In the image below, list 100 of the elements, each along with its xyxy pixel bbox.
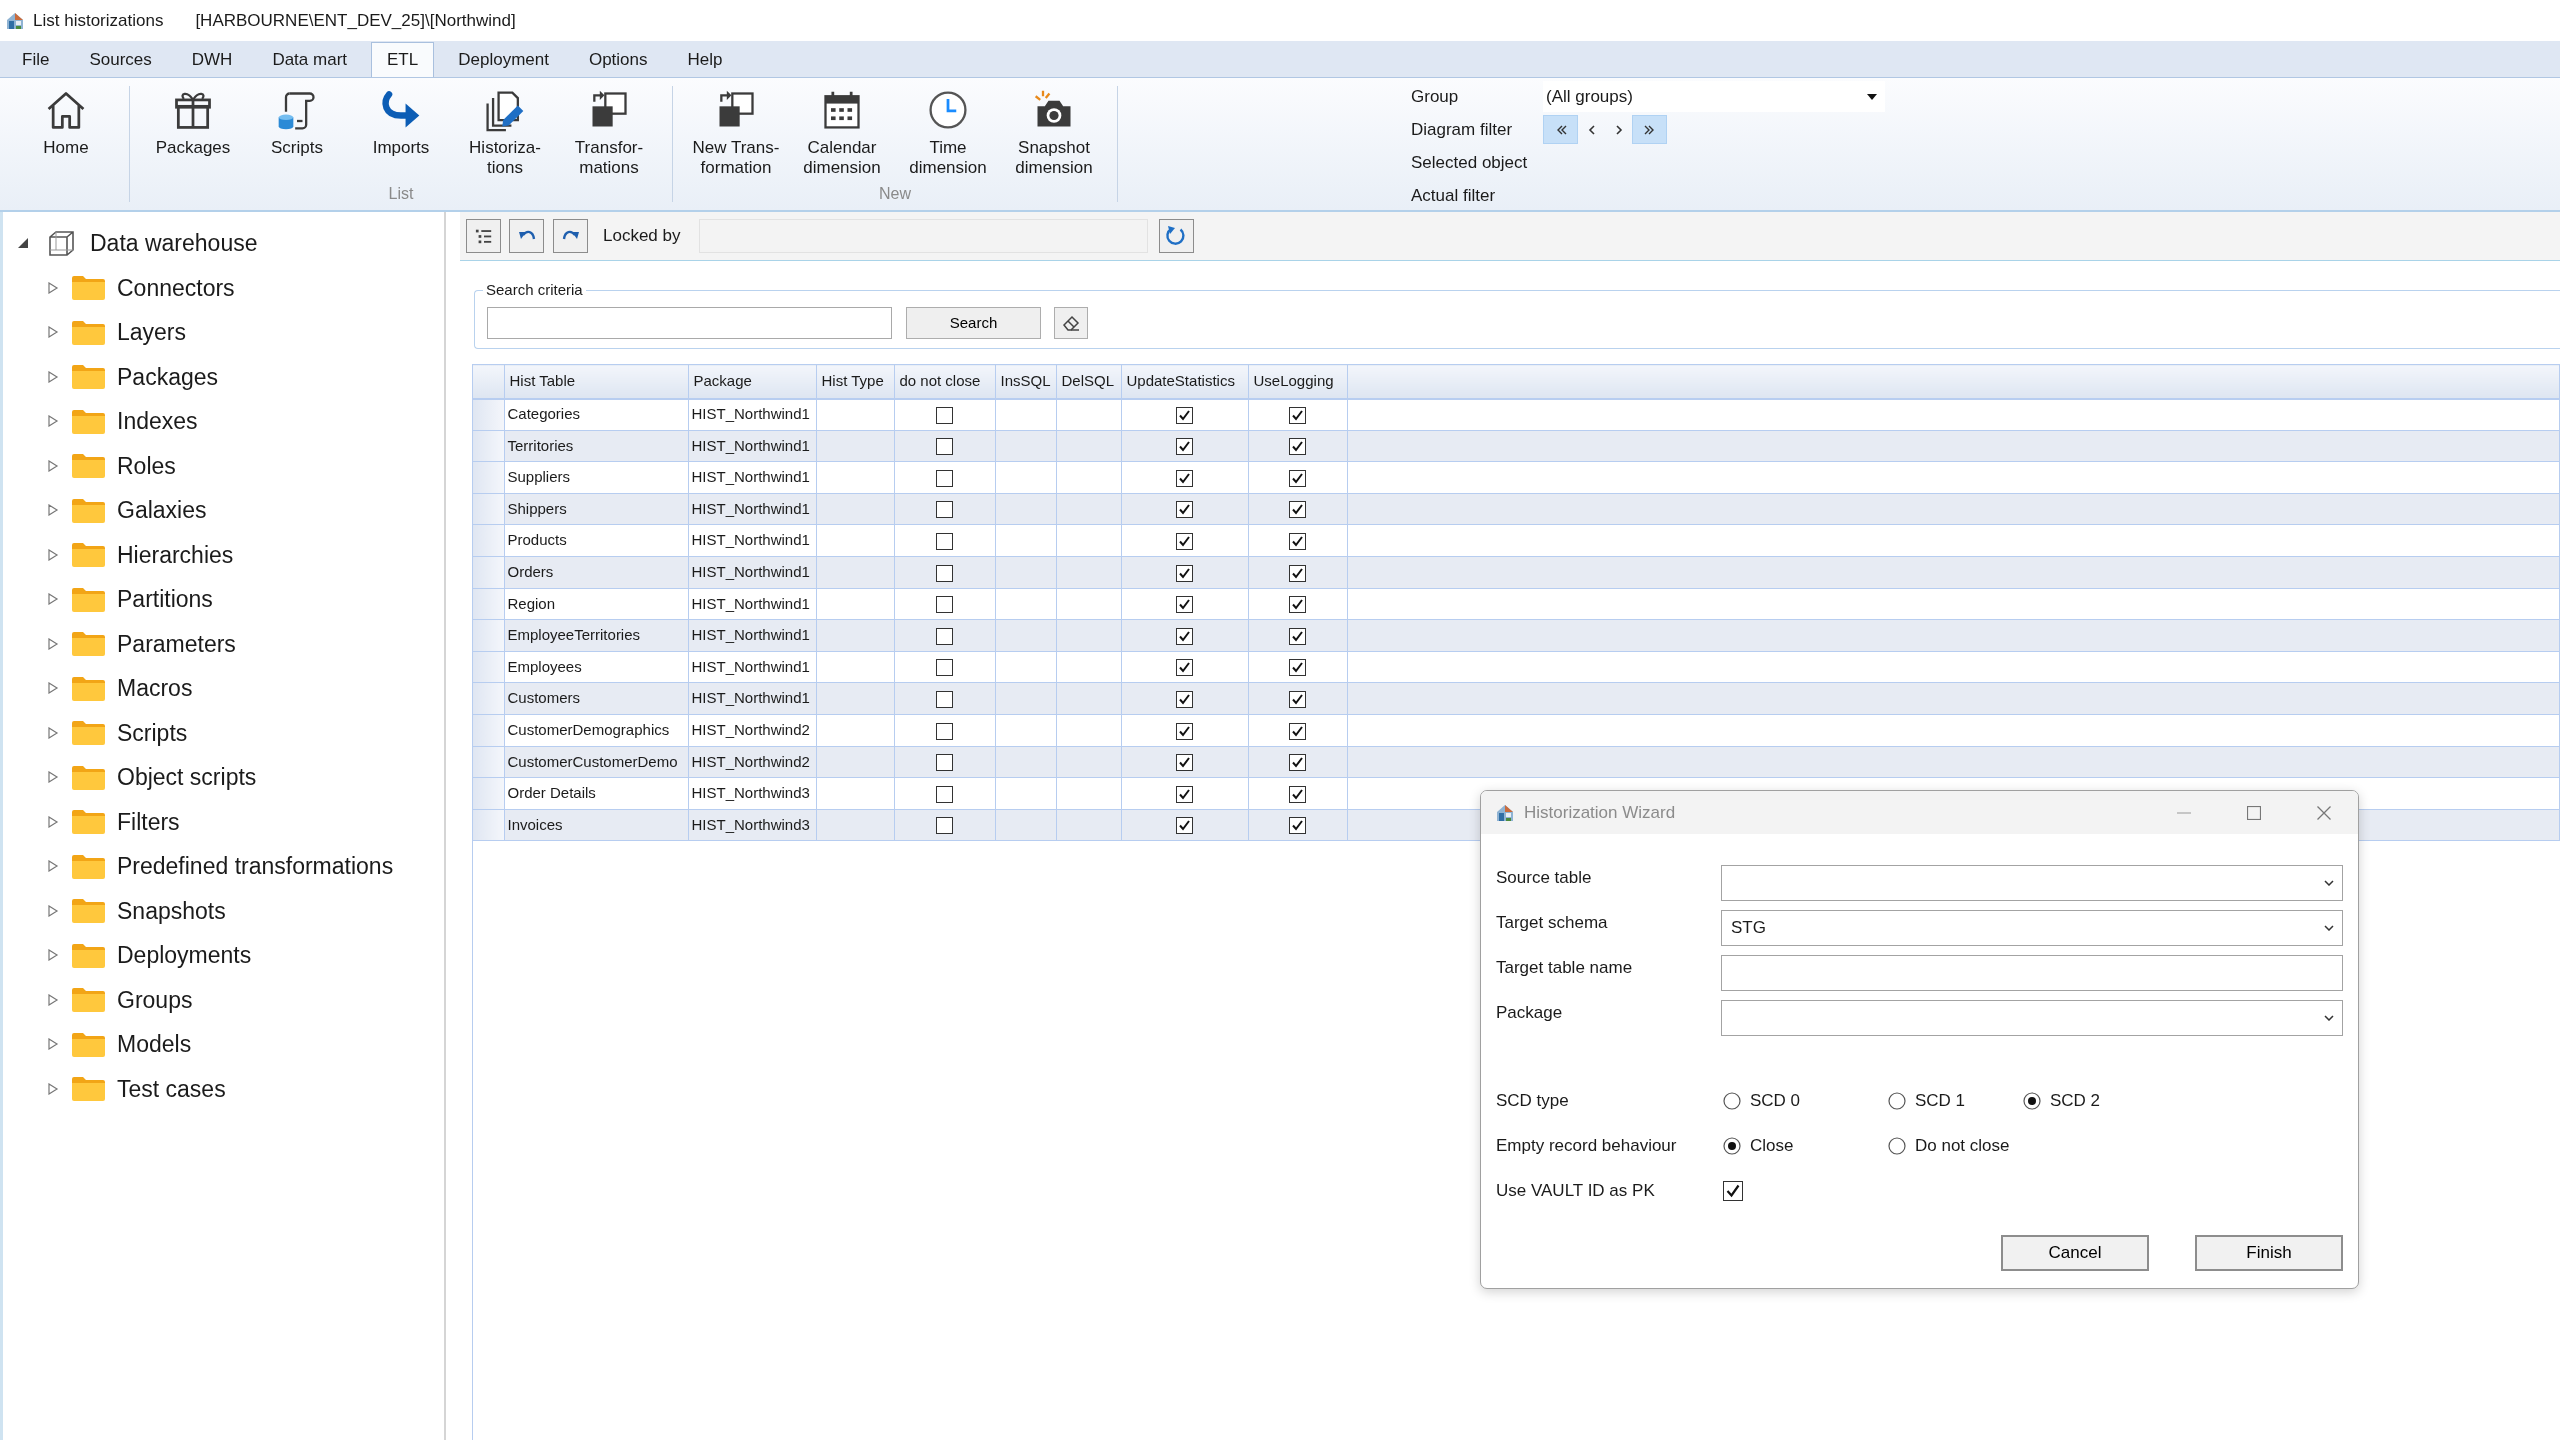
ribbon-button[interactable]: Time dimension [898, 78, 998, 184]
radio-label[interactable]: Close [1750, 1132, 1794, 1159]
ribbon-button[interactable]: Transfor- mations [559, 78, 659, 184]
tree-item[interactable]: Macros [117, 674, 193, 703]
ribbon-button[interactable]: Home [16, 78, 116, 184]
search-field[interactable] [487, 307, 892, 339]
expand-arrow-icon[interactable] [47, 682, 59, 695]
checkbox[interactable] [1723, 1180, 1743, 1201]
menu-tab[interactable]: Deployment [442, 42, 565, 77]
menu-tab[interactable]: Options [572, 42, 664, 77]
checkbox[interactable] [936, 722, 953, 740]
collapse-arrow-icon[interactable] [17, 237, 29, 250]
redo-button[interactable] [553, 219, 588, 253]
checkbox[interactable] [936, 690, 953, 708]
expand-arrow-icon[interactable] [47, 1082, 59, 1095]
dropdown-field[interactable] [1721, 865, 2343, 901]
expand-arrow-icon[interactable] [47, 949, 59, 962]
checkbox[interactable] [1176, 406, 1193, 424]
expand-arrow-icon[interactable] [47, 370, 59, 383]
checkbox[interactable] [1289, 406, 1306, 424]
tree-item[interactable]: Packages [117, 362, 218, 391]
tree-item[interactable]: Roles [117, 451, 176, 480]
checkbox[interactable] [1289, 785, 1306, 803]
clear-button[interactable] [1054, 307, 1088, 339]
undo-button[interactable] [509, 219, 544, 253]
radio-button[interactable] [2023, 1091, 2041, 1110]
dialog-button[interactable]: Finish [2195, 1235, 2343, 1271]
column-header[interactable]: DelSQL [1056, 364, 1121, 399]
nav-button[interactable] [1543, 115, 1578, 144]
dialog-button[interactable]: Cancel [2001, 1235, 2149, 1271]
expand-arrow-icon[interactable] [47, 593, 59, 606]
expand-arrow-icon[interactable] [47, 1038, 59, 1051]
expand-arrow-icon[interactable] [47, 771, 59, 784]
tree-item[interactable]: Deployments [117, 941, 252, 970]
ribbon-button[interactable]: Imports [351, 78, 451, 184]
radio-button[interactable] [1723, 1136, 1741, 1155]
tree-item[interactable]: Object scripts [117, 763, 257, 792]
checkbox[interactable] [1176, 659, 1193, 677]
checkbox[interactable] [936, 659, 953, 677]
ribbon-button[interactable]: Packages [143, 78, 243, 184]
checkbox[interactable] [1289, 659, 1306, 677]
text-field[interactable] [1721, 955, 2343, 991]
checkbox[interactable] [936, 627, 953, 645]
checkbox[interactable] [1176, 438, 1193, 456]
checkbox[interactable] [1176, 469, 1193, 487]
dropdown-field[interactable]: STG [1721, 910, 2343, 946]
ribbon-button[interactable]: Snapshot dimension [1004, 78, 1104, 184]
tree-item[interactable]: Parameters [117, 629, 236, 658]
expand-arrow-icon[interactable] [47, 904, 59, 917]
column-header[interactable]: InsSQL [995, 364, 1056, 399]
radio-label[interactable]: Do not close [1915, 1132, 2010, 1159]
checkbox[interactable] [1176, 817, 1193, 835]
checkbox[interactable] [936, 469, 953, 487]
checkbox[interactable] [936, 754, 953, 772]
menu-tab[interactable]: File [6, 42, 66, 77]
tree-item[interactable]: Galaxies [117, 496, 207, 525]
column-header[interactable]: UpdateStatistics [1121, 364, 1248, 399]
ribbon-button[interactable]: Calendar dimension [792, 78, 892, 184]
checkbox[interactable] [1289, 438, 1306, 456]
checkbox[interactable] [1176, 785, 1193, 803]
tree-item[interactable]: Filters [117, 807, 180, 836]
checkbox[interactable] [1289, 722, 1306, 740]
expand-arrow-icon[interactable] [47, 860, 59, 873]
expand-arrow-icon[interactable] [47, 726, 59, 739]
checkbox[interactable] [1289, 532, 1306, 550]
column-header[interactable]: Hist Table [504, 364, 688, 399]
tree-item[interactable]: Test cases [117, 1074, 226, 1103]
tree-item[interactable]: Snapshots [117, 896, 226, 925]
tree-item[interactable]: Scripts [117, 718, 188, 747]
checkbox[interactable] [1176, 501, 1193, 519]
tree-item[interactable]: Layers [117, 318, 187, 347]
checkbox[interactable] [936, 406, 953, 424]
column-header[interactable]: Package [688, 364, 816, 399]
checkbox[interactable] [936, 785, 953, 803]
checkbox[interactable] [1289, 501, 1306, 519]
radio-label[interactable]: SCD 2 [2050, 1087, 2101, 1114]
tree-item[interactable]: Indexes [117, 407, 198, 436]
checkbox[interactable] [1176, 690, 1193, 708]
expand-arrow-icon[interactable] [47, 637, 59, 650]
tree-item[interactable]: Hierarchies [117, 540, 234, 569]
checkbox[interactable] [1176, 722, 1193, 740]
tree-view-button[interactable] [466, 219, 501, 253]
checkbox[interactable] [1289, 564, 1306, 582]
menu-tab[interactable]: Sources [73, 42, 168, 77]
expand-arrow-icon[interactable] [47, 548, 59, 561]
expand-arrow-icon[interactable] [47, 281, 59, 294]
radio-button[interactable] [1723, 1091, 1741, 1110]
tree-item[interactable]: Data warehouse [90, 229, 258, 258]
ribbon-button[interactable]: New Trans- formation [686, 78, 786, 184]
column-header[interactable]: UseLogging [1248, 364, 1347, 399]
column-header[interactable]: Hist Type [816, 364, 894, 399]
checkbox[interactable] [936, 596, 953, 614]
checkbox[interactable] [1176, 532, 1193, 550]
checkbox[interactable] [936, 438, 953, 456]
menu-tab[interactable]: Data mart [256, 42, 364, 77]
menu-tab[interactable]: ETL [371, 42, 435, 77]
radio-label[interactable]: SCD 1 [1915, 1087, 1966, 1114]
ribbon-button[interactable]: Historiza- tions [455, 78, 555, 184]
menu-tab[interactable]: DWH [175, 42, 249, 77]
checkbox[interactable] [936, 817, 953, 835]
